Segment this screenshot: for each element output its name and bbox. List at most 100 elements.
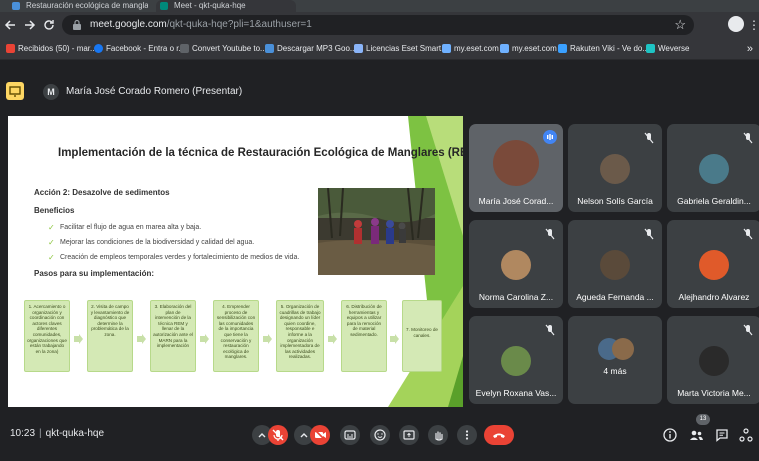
reload-icon: [44, 20, 54, 30]
bookmark-label: Convert Youtube to...: [192, 44, 267, 53]
back-arrow-icon: [4, 20, 15, 30]
bookmark-eset-license[interactable]: Licencias Eset Smart...: [354, 38, 448, 60]
bookmark-eset-2[interactable]: my.eset.com: [500, 38, 557, 60]
meeting-info: 10:23 | qkt-quka-hqe: [10, 428, 104, 439]
benefits-heading: Beneficios: [34, 206, 75, 215]
raise-hand-button[interactable]: [428, 425, 448, 445]
activities-icon[interactable]: [738, 427, 754, 443]
viki-icon: [558, 44, 567, 53]
hand-icon: [435, 431, 443, 441]
facebook-icon: [94, 44, 103, 53]
more-participants-tile[interactable]: 4 más: [568, 316, 662, 404]
participant-tile[interactable]: Alejhandro Alvarez: [667, 220, 759, 308]
eset-icon: [442, 44, 451, 53]
camera-toggle-button[interactable]: [310, 425, 330, 445]
step-arrow-icon: [200, 334, 209, 344]
reactions-button[interactable]: [370, 425, 390, 445]
bookmark-eset-1[interactable]: my.eset.com: [442, 38, 499, 60]
participant-tile[interactable]: María José Corad...: [469, 124, 563, 212]
participant-name: Alejhandro Alvarez: [678, 292, 750, 302]
participant-avatar: [699, 346, 729, 376]
participant-avatar: [600, 250, 630, 280]
microphone-toggle-button[interactable]: [268, 425, 288, 445]
shared-slide: Implementación de la técnica de Restaura…: [8, 116, 463, 407]
bookmark-viki[interactable]: Rakuten Viki - Ve do...: [558, 38, 649, 60]
check-icon: ✓: [48, 253, 55, 262]
participant-avatar: [600, 154, 630, 184]
check-icon: ✓: [48, 238, 55, 247]
step-box: 2. Visita de campo y levantamiento de di…: [87, 300, 133, 372]
meeting-code: qkt-quka-hqe: [45, 428, 105, 439]
browser-tab-active[interactable]: Meet - qkt-quka-hqe: [156, 0, 296, 12]
participant-count-badge: 13: [696, 414, 710, 425]
leave-call-button[interactable]: [484, 425, 514, 445]
bookmark-mp3[interactable]: Descargar MP3 Goo...: [265, 38, 357, 60]
captions-button[interactable]: [340, 425, 360, 445]
step-arrow-icon: [137, 334, 146, 344]
bookmark-youtube-convert[interactable]: Convert Youtube to...: [180, 38, 267, 60]
browser-tab[interactable]: Restauración ecológica de manglares: [8, 0, 148, 12]
step-box: 4. Emprender proceso de sensibilización …: [213, 300, 259, 372]
participant-tile[interactable]: Norma Carolina Z...: [469, 220, 563, 308]
participant-name: María José Corad...: [478, 196, 554, 206]
bookmark-label: Weverse: [658, 44, 690, 53]
benefit-text: Creación de empleos temporales verdes y …: [60, 254, 300, 261]
url-host: meet.google.com: [90, 19, 167, 30]
step-box: 1. Acercamiento o organización y coordin…: [24, 300, 70, 372]
gmail-icon: [6, 44, 15, 53]
more-options-button[interactable]: [457, 425, 477, 445]
present-screen-icon: [6, 82, 24, 100]
participant-avatar: [699, 154, 729, 184]
list-item: ✓ Facilitar el flujo de agua en marea alt…: [48, 220, 299, 235]
profile-avatar[interactable]: [728, 16, 744, 32]
eset-icon: [354, 44, 363, 53]
bookmark-facebook[interactable]: Facebook - Entra o r...: [94, 38, 185, 60]
participant-tile[interactable]: Gabriela Geraldin...: [667, 124, 759, 212]
hang-up-icon: [493, 433, 505, 438]
bookmark-star-icon[interactable]: ☆: [674, 17, 686, 33]
tab-label: Restauración ecológica de manglares: [26, 1, 148, 10]
list-item: ✓ Creación de empleos temporales verdes y…: [48, 250, 299, 265]
step-arrow-icon: [390, 334, 399, 344]
closed-captions-icon: [344, 430, 356, 440]
bookmark-gmail[interactable]: Recibidos (50) - mar...: [6, 38, 97, 60]
meeting-details-icon[interactable]: [662, 427, 678, 443]
people-icon[interactable]: [688, 427, 704, 443]
participant-avatar: [612, 338, 634, 360]
benefit-text: Mejorar las condiciones de la biodiversi…: [60, 239, 255, 246]
more-bookmarks-button[interactable]: »: [747, 38, 753, 60]
present-now-button[interactable]: [399, 425, 419, 445]
browser-menu-icon[interactable]: ⋮: [748, 16, 759, 34]
meet-window: Restauración ecológica de manglares Meet…: [0, 0, 759, 461]
mic-muted-icon: [644, 132, 654, 144]
bookmark-weverse[interactable]: Weverse: [646, 38, 689, 60]
presenter-label: María José Corado Romero (Presentar): [66, 86, 243, 97]
mic-muted-icon: [743, 228, 753, 240]
url-path: /qkt-quka-hqe?pli=1&authuser=1: [166, 19, 312, 30]
bookmark-label: my.eset.com: [512, 44, 557, 53]
download-icon: [265, 44, 274, 53]
list-item: ✓ Mejorar las condiciones de la biodivers…: [48, 235, 299, 250]
step-arrow-icon: [74, 334, 83, 344]
bookmark-label: Facebook - Entra o r...: [106, 44, 186, 53]
lock-icon: [73, 19, 81, 30]
forward-arrow-icon: [25, 20, 36, 30]
back-button[interactable]: [2, 16, 20, 34]
participant-tile[interactable]: Agueda Fernanda ...: [568, 220, 662, 308]
reload-button[interactable]: [40, 16, 58, 34]
bookmark-label: Recibidos (50) - mar...: [18, 44, 97, 53]
meet-icon: [160, 2, 168, 10]
participant-tile[interactable]: Marta Victoria Me...: [667, 316, 759, 404]
participant-avatar: [699, 250, 729, 280]
more-vert-icon: [465, 430, 469, 440]
step-arrow-icon: [263, 334, 272, 344]
step-box: 6. Distribución de herramientas y equipo…: [341, 300, 387, 372]
chat-icon[interactable]: [714, 427, 730, 443]
forward-button[interactable]: [20, 16, 38, 34]
address-bar[interactable]: meet.google.com/qkt-quka-hqe?pli=1&authu…: [62, 15, 694, 35]
participant-tile[interactable]: Evelyn Roxana Vas...: [469, 316, 563, 404]
participant-tile[interactable]: Nelson Solís García: [568, 124, 662, 212]
benefit-text: Facilitar el flujo de agua en marea alta…: [60, 224, 202, 231]
separator: |: [39, 428, 42, 439]
browser-tab-strip: Restauración ecológica de manglares Meet…: [0, 0, 759, 12]
